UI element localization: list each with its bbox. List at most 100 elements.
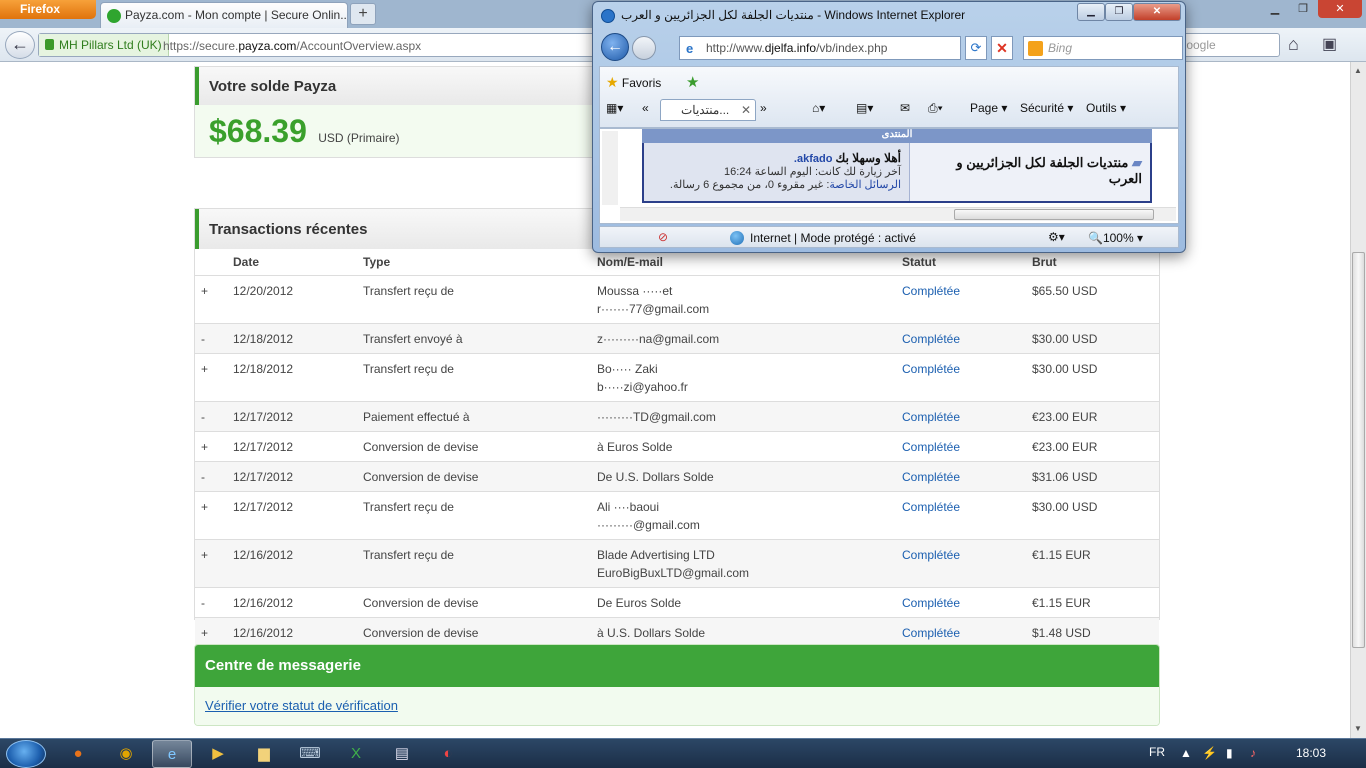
browser-tab-payza[interactable]: Payza.com - Mon compte | Secure Onlin... <box>100 2 348 28</box>
tray-volume-icon[interactable]: ♪ <box>1250 746 1256 760</box>
ie-maximize-icon[interactable]: ❐ <box>1105 3 1133 21</box>
row-type: Conversion de devise <box>363 587 597 618</box>
row-status-link[interactable]: Complétée <box>902 332 960 346</box>
taskbar-explorer-folder-icon[interactable]: ▆ <box>244 740 284 768</box>
row-amount: $31.06 USD <box>1032 461 1159 492</box>
popup-blocker-icon[interactable]: ⊘ <box>658 230 668 244</box>
ie-tab-close-icon[interactable]: ✕ <box>741 103 751 117</box>
row-status-link[interactable]: Complétée <box>902 470 960 484</box>
ie-zoom-control[interactable]: 🔍100% ▾ <box>1088 231 1143 245</box>
balance-currency: USD (Primaire) <box>318 131 400 145</box>
minimize-icon[interactable]: ▁ <box>1262 0 1288 18</box>
ie-hscroll-thumb[interactable] <box>954 209 1154 220</box>
forum-user-box: أهلا وسهلا بك akfado. آخر زيارة لك كانت:… <box>644 143 910 201</box>
taskbar-firefox-icon[interactable]: ● <box>58 740 98 768</box>
row-sign[interactable]: - <box>195 401 233 432</box>
add-favorite-icon[interactable]: ★ <box>686 73 699 91</box>
verification-status-link[interactable]: Vérifier votre statut de vérification <box>205 698 398 713</box>
message-center-panel: Centre de messagerie Vérifier votre stat… <box>194 644 1160 726</box>
ie-vertical-scrollbar[interactable] <box>602 131 618 205</box>
tray-power-icon[interactable]: ⚡ <box>1202 746 1217 760</box>
username-link[interactable]: akfado. <box>794 153 833 165</box>
ie-page-icon: e <box>686 41 694 56</box>
tab-scroll-left-icon[interactable]: « <box>642 101 649 115</box>
ie-refresh-icon[interactable]: ⟳ <box>965 36 987 60</box>
back-arrow-icon[interactable]: ← <box>5 31 35 59</box>
scroll-up-icon[interactable]: ▲ <box>1354 66 1362 75</box>
row-sign[interactable]: - <box>195 587 233 618</box>
ie-close-icon[interactable]: ✕ <box>1133 3 1181 21</box>
row-sign[interactable]: + <box>195 353 233 402</box>
windows-taskbar: ● ◉ e ▶ ▆ ⌨ X ▤ ◐ FR ▲ ⚡ ▮ ♪ 18:03 <box>0 738 1366 768</box>
row-sign[interactable]: + <box>195 539 233 588</box>
row-type: Conversion de devise <box>363 461 597 492</box>
taskbar-keyboard-icon[interactable]: ⌨ <box>290 740 330 768</box>
ie-stop-icon[interactable]: ✕ <box>991 36 1013 60</box>
mail-icon[interactable]: ✉ <box>900 101 910 115</box>
row-status-link[interactable]: Complétée <box>902 362 960 376</box>
ie-favorites-button[interactable]: ★ Favoris <box>606 74 661 91</box>
ie-popup-window[interactable]: منتديات الجلفة لكل الجزائريين و العرب - … <box>592 1 1186 253</box>
row-status-link[interactable]: Complétée <box>902 410 960 424</box>
ie-back-icon[interactable]: ← <box>601 33 629 61</box>
row-status-link[interactable]: Complétée <box>902 284 960 298</box>
bookmarks-icon[interactable]: ▣ <box>1322 34 1337 54</box>
ie-address-bar[interactable]: e http://www.djelfa.info/vb/index.php <box>679 36 961 60</box>
tray-show-hidden-icon[interactable]: ▲ <box>1180 746 1192 760</box>
ie-tab-djelfa[interactable]: منتديات... ✕ <box>660 99 756 121</box>
tray-network-icon[interactable]: ▮ <box>1226 746 1233 760</box>
forum-name: ▰ منتديات الجلفة لكل الجزائريين و العرب <box>912 143 1152 201</box>
row-status-link[interactable]: Complétée <box>902 548 960 562</box>
page-scrollbar[interactable]: ▲ ▼ <box>1350 62 1366 738</box>
home-icon[interactable]: ⌂ <box>1288 34 1299 55</box>
taskbar-notepad-icon[interactable]: ▤ <box>382 740 422 768</box>
ie-security-menu[interactable]: Sécurité ▾ <box>1020 101 1073 115</box>
row-sign[interactable]: - <box>195 461 233 492</box>
row-sign[interactable]: + <box>195 617 233 648</box>
new-tab-button[interactable]: + <box>350 3 376 25</box>
row-status-link[interactable]: Complétée <box>902 626 960 640</box>
print-icon[interactable]: ⎙▾ <box>928 101 943 116</box>
ie-favorites-label: Favoris <box>621 76 662 90</box>
private-messages-link[interactable]: الرسائل الخاصة <box>829 179 901 191</box>
row-status-link[interactable]: Complétée <box>902 440 960 454</box>
row-sign[interactable]: - <box>195 323 233 354</box>
ie-forward-icon[interactable] <box>632 36 656 60</box>
taskbar-excel-icon[interactable]: X <box>336 740 376 768</box>
taskbar-app-icon[interactable]: ◐ <box>428 740 468 768</box>
row-name: ·········TD@gmail.com <box>597 409 716 424</box>
firefox-menu-button[interactable]: Firefox <box>0 0 96 19</box>
row-status-link[interactable]: Complétée <box>902 596 960 610</box>
table-row: +12/18/2012 Transfert reçu de Bo····· Zaki… <box>195 353 1159 402</box>
ie-search-input[interactable]: Bing <box>1023 36 1183 60</box>
site-identity-badge[interactable]: MH Pillars Ltd (UK) <box>39 34 169 56</box>
ie-tools-menu[interactable]: Outils ▾ <box>1086 101 1126 115</box>
search-input[interactable]: Google <box>1170 33 1280 57</box>
scroll-down-icon[interactable]: ▼ <box>1354 724 1362 733</box>
row-email: ·········@gmail.com <box>597 517 700 532</box>
forum-name-text: منتديات الجلفة لكل الجزائريين و العرب <box>956 155 1142 186</box>
row-sign[interactable]: + <box>195 491 233 540</box>
feeds-icon[interactable]: ▤▾ <box>856 101 873 115</box>
quick-tabs-icon[interactable]: ▦▾ <box>606 101 623 115</box>
tab-scroll-right-icon[interactable]: » <box>760 101 767 115</box>
ie-minimize-icon[interactable]: ▁ <box>1077 3 1105 21</box>
row-name-email: De Euros Solde <box>597 587 902 618</box>
transactions-table: Date Type Nom/E-mail Statut Brut +12/20/… <box>195 249 1159 648</box>
row-sign[interactable]: + <box>195 275 233 324</box>
row-sign[interactable]: + <box>195 431 233 462</box>
ie-home-icon[interactable]: ⌂▾ <box>812 101 825 115</box>
start-button-windows-icon[interactable] <box>6 740 46 768</box>
close-icon[interactable]: ✕ <box>1318 0 1362 18</box>
scrollbar-thumb[interactable] <box>1352 252 1365 648</box>
taskbar-ie-icon[interactable]: e <box>152 740 192 768</box>
row-status-link[interactable]: Complétée <box>902 500 960 514</box>
tray-language[interactable]: FR <box>1149 745 1165 759</box>
taskbar-chrome-icon[interactable]: ◉ <box>106 740 146 768</box>
taskbar-media-player-icon[interactable]: ▶ <box>198 740 238 768</box>
protected-mode-icon[interactable]: ⚙▾ <box>1048 230 1065 244</box>
maximize-icon[interactable]: ❐ <box>1290 0 1316 18</box>
ie-page-menu[interactable]: Page ▾ <box>970 101 1007 115</box>
ie-horizontal-scrollbar[interactable] <box>620 207 1176 221</box>
tray-clock[interactable]: 18:03 <box>1296 746 1326 760</box>
